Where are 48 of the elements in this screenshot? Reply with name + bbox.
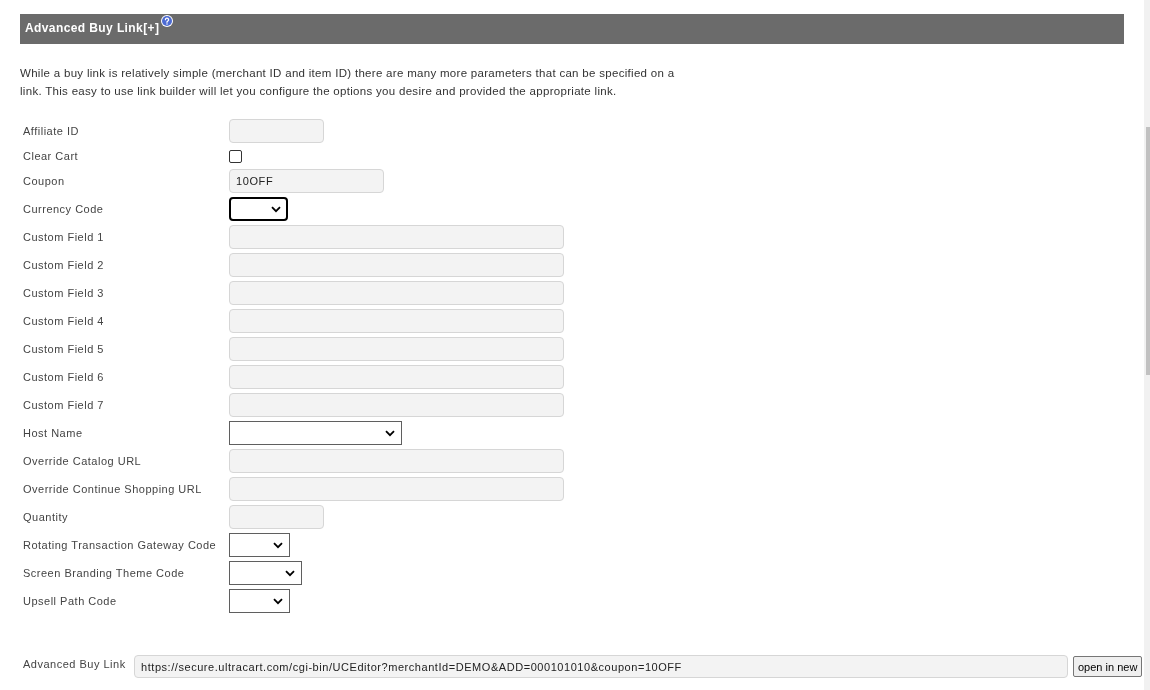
field-label: Custom Field 5 — [22, 342, 105, 356]
open-button[interactable]: open in new — [1073, 656, 1143, 677]
field-label: Host Name — [22, 426, 84, 440]
field-label: Rotating Transaction Gateway Code — [22, 538, 218, 552]
field-label: Screen Branding Theme Code — [22, 566, 186, 580]
field-label: Custom Field 7 — [22, 398, 105, 412]
text-field[interactable] — [229, 449, 564, 473]
field-label: Quantity — [22, 510, 69, 524]
text-field[interactable] — [229, 281, 564, 305]
description-text: While a buy link is relatively simple (merchant ID and item ID) there are many more parameters that can be specified on a link. This easy to use link builder will let you configure the options you desire and provided the appropriate link. — [20, 66, 676, 99]
scrollbar-thumb[interactable] — [1146, 127, 1150, 375]
field-label: Custom Field 4 — [22, 314, 105, 328]
field-label: Affiliate ID — [22, 124, 80, 138]
chevron-down-icon — [285, 569, 295, 577]
help-icon[interactable] — [161, 15, 174, 27]
select-field[interactable] — [229, 421, 402, 445]
field-label: Upsell Path Code — [22, 594, 118, 608]
field-label: Currency Code — [22, 202, 105, 216]
field-label: Custom Field 6 — [22, 370, 105, 384]
field-label: Advanced Buy Link — [22, 658, 127, 670]
text-field[interactable] — [229, 225, 564, 249]
field-label: Custom Field 1 — [22, 230, 105, 244]
select-field[interactable] — [229, 533, 290, 557]
link-field[interactable]: https://secure.ultracart.com/cgi-bin/UCEditor?merchantId=DEMO&ADD=000101010&coupon=10OFF — [134, 655, 1068, 678]
select-field[interactable] — [229, 197, 288, 221]
chevron-down-icon — [385, 429, 395, 437]
chevron-down-icon — [273, 541, 283, 549]
field-label: Override Continue Shopping URL — [22, 482, 203, 496]
field-label: Override Catalog URL — [22, 454, 143, 468]
field-label: Coupon — [22, 174, 66, 188]
chevron-down-icon — [271, 205, 281, 213]
text-field[interactable] — [229, 477, 564, 501]
select-field[interactable] — [229, 561, 302, 585]
field-label: Clear Cart — [22, 149, 80, 163]
text-field[interactable] — [229, 393, 564, 417]
field-label: Custom Field 3 — [22, 286, 105, 300]
text-field[interactable] — [229, 337, 564, 361]
text-field[interactable] — [229, 253, 564, 277]
text-field[interactable]: 10OFF — [229, 169, 384, 193]
text-field[interactable] — [229, 505, 324, 529]
text-field[interactable] — [229, 365, 564, 389]
section-title[interactable]: Advanced Buy Link[+] — [25, 21, 160, 35]
text-field[interactable] — [229, 119, 324, 143]
checkbox[interactable] — [229, 149, 242, 163]
text-field[interactable] — [229, 309, 564, 333]
field-label: Custom Field 2 — [22, 258, 105, 272]
chevron-down-icon — [273, 597, 283, 605]
select-field[interactable] — [229, 589, 290, 613]
